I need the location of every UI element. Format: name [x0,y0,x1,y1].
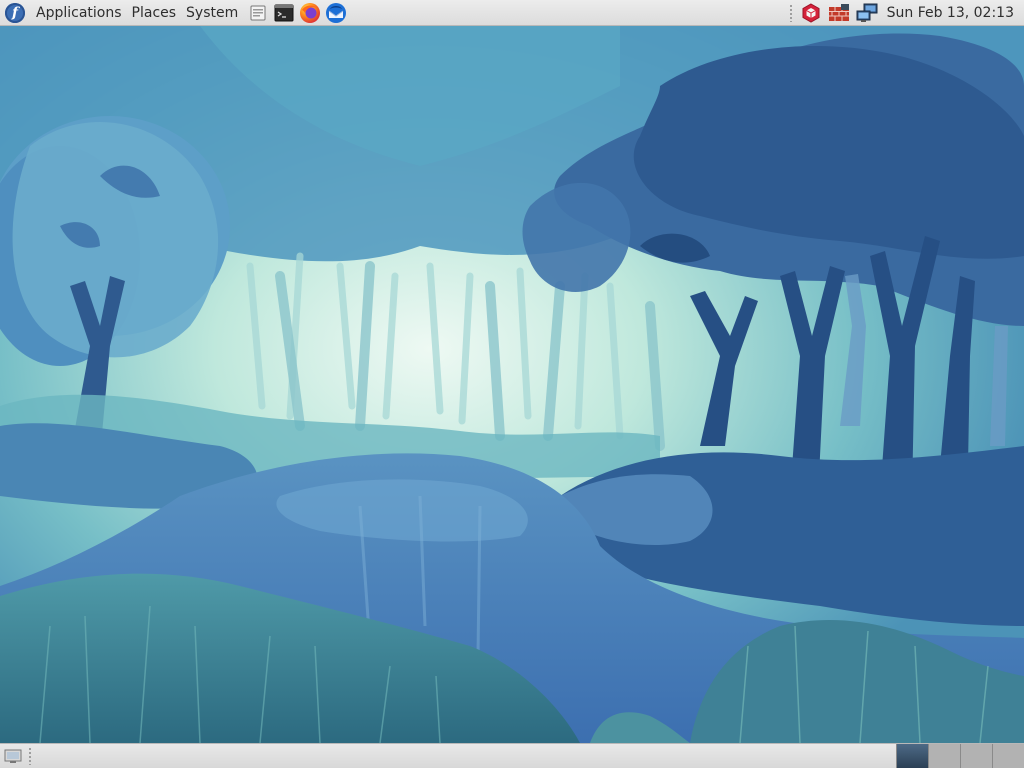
firefox-icon[interactable] [299,2,321,24]
file-manager-icon[interactable] [247,2,269,24]
workspace-1[interactable] [896,744,928,768]
system-menu[interactable]: System [181,0,243,26]
desktop-wallpaper[interactable] [0,26,1024,743]
workspace-3[interactable] [960,744,992,768]
package-update-icon[interactable] [800,2,822,24]
clock[interactable]: Sun Feb 13, 02:13 [881,5,1024,21]
bottom-panel [0,743,1024,768]
show-desktop-icon[interactable] [2,746,24,766]
terminal-icon[interactable] [273,2,295,24]
top-panel: f Applications Places System Sun Feb 13,… [0,0,1024,26]
network-icon[interactable] [856,2,878,24]
tray-drag-handle[interactable] [788,3,793,22]
workspace-2[interactable] [928,744,960,768]
applications-menu[interactable]: Applications [31,0,127,26]
firewall-icon[interactable] [828,2,850,24]
thunderbird-icon[interactable] [325,2,347,24]
window-list-handle[interactable] [28,747,32,765]
workspace-switcher [896,744,1024,768]
workspace-4[interactable] [992,744,1024,768]
fedora-logo-icon[interactable]: f [5,2,25,23]
places-menu[interactable]: Places [127,0,182,26]
